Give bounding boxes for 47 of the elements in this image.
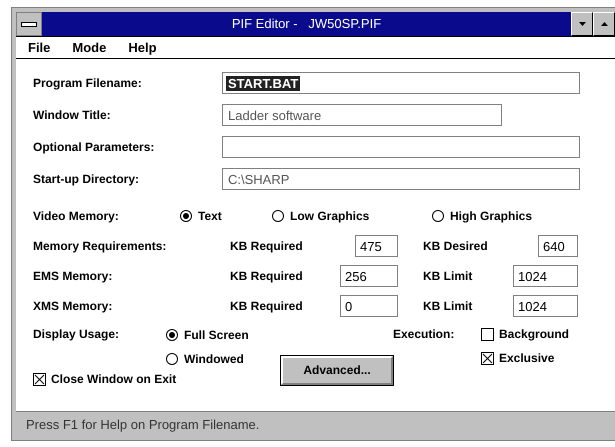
field-label: Memory Requirements: — [33, 239, 168, 253]
field-label: Program Filename: — [33, 76, 143, 90]
checkbox[interactable]: Exclusive — [481, 351, 570, 365]
number-field[interactable]: 475 — [355, 235, 398, 257]
field-label: KB Desired — [423, 239, 488, 253]
status-text: Press F1 for Help on Program Filename. — [26, 416, 260, 432]
cross-icon — [34, 374, 45, 384]
field-label: XMS Memory: — [33, 299, 114, 313]
field-label: Window Title: — [33, 108, 112, 122]
field-label: EMS Memory: — [33, 269, 114, 283]
menu-item[interactable]: File — [28, 40, 50, 55]
field-label: Start-up Directory: — [33, 172, 140, 186]
number-field[interactable]: 1024 — [513, 295, 578, 317]
minimize-button[interactable] — [571, 12, 593, 36]
menu-item[interactable]: Help — [128, 40, 157, 55]
radio-button[interactable]: High Graphics — [432, 209, 532, 223]
advanced-button[interactable]: Advanced... — [281, 356, 393, 384]
text-field[interactable]: START.BAT — [222, 72, 580, 94]
field-label: Optional Parameters: — [33, 140, 156, 154]
number-field[interactable]: 256 — [340, 265, 398, 287]
checkbox[interactable]: Background — [481, 327, 570, 341]
number-field[interactable]: 640 — [538, 235, 578, 257]
field-label: Execution: — [393, 326, 456, 343]
checkbox[interactable]: Close Window on Exit — [33, 372, 282, 386]
field-label: KB Required — [230, 239, 303, 253]
radio-button[interactable]: Low Graphics — [272, 209, 432, 223]
number-field[interactable]: 0 — [340, 295, 398, 317]
field-label: KB Limit — [423, 299, 472, 313]
field-label: Display Usage: — [33, 326, 120, 343]
field-label: KB Required — [230, 269, 303, 283]
up-triangle-icon — [600, 21, 608, 27]
text-field[interactable] — [222, 136, 580, 158]
down-triangle-icon — [578, 21, 586, 27]
cross-icon — [482, 352, 493, 364]
text-field[interactable]: C:\SHARP — [222, 168, 580, 190]
radio-button[interactable]: Text — [180, 209, 272, 223]
field-label: Video Memory: — [33, 209, 120, 223]
window-title: PIF Editor - JW50SP.PIF — [230, 15, 382, 33]
field-label: KB Required — [230, 299, 303, 313]
system-menu-button[interactable] — [16, 12, 42, 36]
field-label: KB Limit — [423, 269, 472, 283]
text-field[interactable]: Ladder software — [222, 104, 502, 126]
maximize-button[interactable] — [593, 12, 615, 36]
number-field[interactable]: 1024 — [513, 265, 578, 287]
radio-button[interactable]: Full Screen — [166, 328, 249, 342]
menu-item[interactable]: Mode — [72, 40, 106, 55]
radio-button[interactable]: Windowed — [166, 352, 249, 366]
